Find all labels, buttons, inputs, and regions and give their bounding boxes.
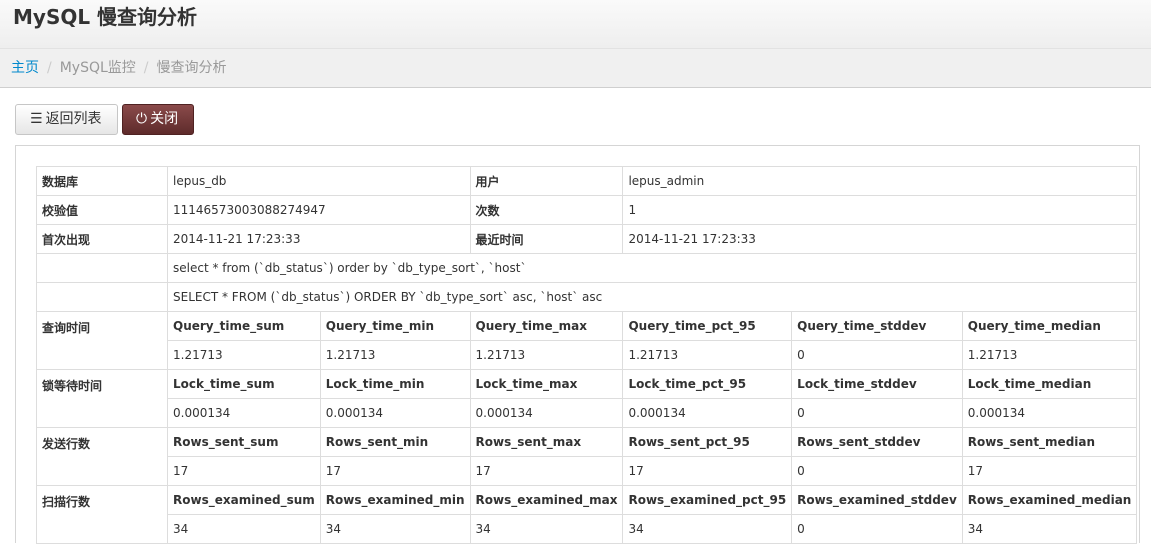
stat-value: 0: [791, 398, 963, 428]
table-row: 数据库 lepus_db 用户 lepus_admin: [36, 166, 1138, 196]
stat-value: 0.000134: [961, 398, 1138, 428]
stat-value: 34: [469, 514, 624, 544]
stat-header: Rows_examined_stddev: [791, 485, 963, 515]
stat-value: 0: [791, 456, 963, 486]
stat-value: 17: [622, 456, 793, 486]
stat-header: Lock_time_min: [319, 369, 471, 399]
stat-value: 34: [319, 514, 471, 544]
stat-value: 34: [961, 514, 1138, 544]
table-row: 17 17 17 17 0 17: [37, 456, 1138, 486]
stat-header: Rows_sent_max: [469, 427, 624, 457]
page-header: MySQL 慢查询分析: [0, 0, 1151, 49]
stat-header: Rows_examined_sum: [167, 485, 321, 515]
count-label: 次数: [469, 195, 624, 225]
query-time-label: 查询时间: [36, 311, 168, 370]
stat-header: Rows_sent_pct_95: [622, 427, 793, 457]
rows-sent-label: 发送行数: [36, 427, 168, 486]
stat-value: 17: [961, 456, 1138, 486]
page-title: MySQL 慢查询分析: [13, 5, 198, 29]
sample-query: select * from (`db_status`) order by `db…: [166, 253, 1138, 283]
breadcrumb-separator: /: [47, 60, 52, 76]
stat-value: 1.21713: [961, 340, 1138, 370]
stat-header: Rows_examined_pct_95: [622, 485, 793, 515]
list-icon: ☰: [30, 111, 43, 127]
stat-value: 0.000134: [622, 398, 793, 428]
stat-header: Rows_sent_median: [961, 427, 1138, 457]
empty-cell: [36, 253, 168, 283]
stat-header: Rows_examined_median: [961, 485, 1138, 515]
stat-value: 34: [167, 514, 321, 544]
table-row: 查询时间 Query_time_sum Query_time_min Query…: [36, 311, 1138, 370]
table-row: 1.21713 1.21713 1.21713 1.21713 0 1.2171…: [37, 340, 1138, 370]
stat-value: 0.000134: [167, 398, 321, 428]
stat-value: 0: [791, 340, 963, 370]
last-seen-label: 最近时间: [469, 224, 624, 254]
empty-cell: [36, 282, 168, 312]
stat-header: Rows_sent_stddev: [791, 427, 963, 457]
breadcrumb: 主页 / MySQL监控 / 慢查询分析: [0, 49, 1151, 88]
stat-value: 1.21713: [622, 340, 793, 370]
stat-value: 0.000134: [469, 398, 624, 428]
stat-header: Lock_time_max: [469, 369, 624, 399]
stat-header: Query_time_pct_95: [622, 311, 793, 341]
table-row: 首次出现 2014-11-21 17:23:33 最近时间 2014-11-21…: [36, 224, 1138, 254]
stat-value: 1.21713: [167, 340, 321, 370]
table-row: SELECT * FROM (`db_status`) ORDER BY `db…: [36, 282, 1138, 312]
back-to-list-label: 返回列表: [45, 111, 102, 127]
table-row: select * from (`db_status`) order by `db…: [36, 253, 1138, 283]
stat-header: Lock_time_stddev: [791, 369, 963, 399]
stat-header: Query_time_stddev: [791, 311, 963, 341]
last-seen-value: 2014-11-21 17:23:33: [622, 224, 1138, 254]
stat-header: Query_time_min: [319, 311, 471, 341]
checksum-value: 11146573003088274947: [167, 195, 471, 225]
slow-query-detail-table: 数据库 lepus_db 用户 lepus_admin 校验值 11146573…: [36, 166, 1138, 544]
stat-value: 34: [622, 514, 793, 544]
breadcrumb-home-link[interactable]: 主页: [11, 60, 39, 76]
count-value: 1: [622, 195, 1138, 225]
query-fingerprint: SELECT * FROM (`db_status`) ORDER BY `db…: [166, 282, 1138, 312]
stat-value: 17: [469, 456, 624, 486]
action-bar: ☰ 返回列表 ⏻ 关闭: [15, 104, 194, 135]
stat-value: 17: [319, 456, 471, 486]
first-seen-label: 首次出现: [36, 224, 168, 254]
table-row: 锁等待时间 Lock_time_sum Lock_time_min Lock_t…: [36, 369, 1138, 428]
stat-header: Rows_examined_min: [319, 485, 471, 515]
stat-header: Rows_sent_sum: [167, 427, 321, 457]
stat-header: Query_time_sum: [167, 311, 321, 341]
table-row: 校验值 11146573003088274947 次数 1: [36, 195, 1138, 225]
table-row: 0.000134 0.000134 0.000134 0.000134 0 0.…: [37, 398, 1138, 428]
checksum-label: 校验值: [36, 195, 168, 225]
table-row: 34 34 34 34 0 34: [37, 514, 1138, 544]
lock-time-label: 锁等待时间: [36, 369, 168, 428]
stat-header: Lock_time_median: [961, 369, 1138, 399]
rows-examined-label: 扫描行数: [36, 485, 168, 544]
stat-header: Query_time_median: [961, 311, 1138, 341]
stat-value: 1.21713: [469, 340, 624, 370]
stat-header: Lock_time_pct_95: [622, 369, 793, 399]
user-value: lepus_admin: [622, 166, 1138, 196]
first-seen-value: 2014-11-21 17:23:33: [167, 224, 471, 254]
power-icon: ⏻: [136, 111, 148, 127]
stat-header: Query_time_max: [469, 311, 624, 341]
breadcrumb-current: 慢查询分析: [156, 60, 227, 76]
detail-panel: 数据库 lepus_db 用户 lepus_admin 校验值 11146573…: [15, 145, 1140, 544]
stat-header: Lock_time_sum: [167, 369, 321, 399]
stat-value: 17: [167, 456, 321, 486]
back-to-list-button[interactable]: ☰ 返回列表: [15, 104, 118, 135]
stat-value: 0.000134: [319, 398, 471, 428]
db-label: 数据库: [36, 166, 168, 196]
table-row: 扫描行数 Rows_examined_sum Rows_examined_min…: [36, 485, 1138, 544]
stat-header: Rows_sent_min: [319, 427, 471, 457]
breadcrumb-parent: MySQL监控: [59, 60, 136, 76]
stat-value: 1.21713: [319, 340, 471, 370]
stat-value: 0: [791, 514, 963, 544]
table-row: 发送行数 Rows_sent_sum Rows_sent_min Rows_se…: [36, 427, 1138, 486]
close-label: 关闭: [150, 111, 179, 127]
close-button[interactable]: ⏻ 关闭: [122, 104, 194, 135]
stat-header: Rows_examined_max: [469, 485, 624, 515]
breadcrumb-separator: /: [143, 60, 149, 76]
user-label: 用户: [469, 166, 624, 196]
db-value: lepus_db: [167, 166, 471, 196]
